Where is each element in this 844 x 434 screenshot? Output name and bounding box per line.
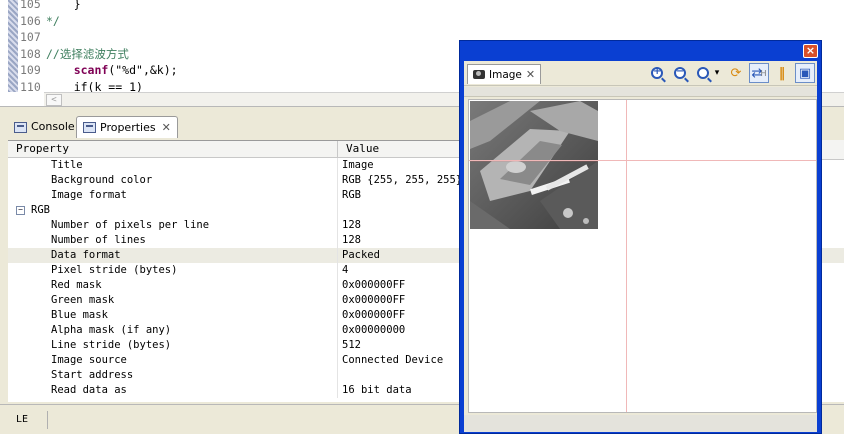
collapse-icon[interactable]: − (16, 206, 25, 215)
property-name: Number of pixels per line (8, 218, 338, 233)
property-value[interactable]: 512 (338, 338, 361, 353)
pause-button[interactable]: ‖ (772, 63, 792, 83)
tab-console[interactable]: Console (8, 116, 81, 138)
line-number: 106 (20, 13, 41, 28)
tab-properties[interactable]: Properties ✕ (76, 116, 178, 138)
property-group: − RGB (8, 203, 338, 218)
zoom-in-icon: + (651, 66, 663, 79)
property-value[interactable]: 128 (338, 233, 361, 248)
property-name: Green mask (8, 293, 338, 308)
property-name: RGB (31, 204, 50, 216)
property-value[interactable]: 0x000000FF (338, 308, 405, 323)
line-number: 105 (20, 0, 41, 11)
property-name: Title (8, 158, 338, 173)
code-text: */ (46, 13, 60, 28)
code-text: } (46, 0, 81, 11)
close-icon[interactable]: ✕ (526, 68, 535, 81)
property-name: Number of lines (8, 233, 338, 248)
console-icon (14, 121, 27, 133)
property-value[interactable]: Packed (338, 248, 380, 263)
code-lines: 105 } 106 */ 107 108 //选择滤波方式 109 scanf("%… (20, 0, 178, 95)
code-line: 108 //选择滤波方式 (20, 46, 178, 63)
property-name: Start address (8, 368, 338, 383)
scroll-left-arrow-icon[interactable]: < (46, 94, 62, 106)
code-line: 106 */ (20, 13, 178, 30)
crosshair-vertical (626, 100, 627, 412)
property-value[interactable]: 16 bit data (338, 383, 412, 398)
column-header-value[interactable]: Value (338, 141, 379, 157)
property-name: Line stride (bytes) (8, 338, 338, 353)
zoom-out-icon: − (674, 66, 686, 79)
code-line: 109 scanf("%d",&k); (20, 62, 178, 79)
zoom-fit-icon (696, 67, 709, 79)
sync-button[interactable]: ⇄ H (749, 63, 769, 83)
property-value[interactable]: RGB (338, 188, 361, 203)
sync-hint: H (760, 68, 767, 78)
tab-properties-label: Properties (100, 120, 156, 134)
code-comment: //选择滤波方式 (46, 46, 129, 61)
tab-image[interactable]: Image ✕ (467, 64, 542, 84)
property-name: Background color (8, 173, 338, 188)
line-number: 108 (20, 46, 41, 61)
zoom-out-button[interactable]: − (670, 63, 690, 83)
status-endianness: LE (8, 411, 48, 429)
window-close-button[interactable]: × (803, 44, 818, 58)
image-ruler-bottom (464, 415, 817, 432)
properties-icon (83, 122, 96, 133)
property-name: Image source (8, 353, 338, 368)
close-icon[interactable]: ✕ (162, 118, 171, 138)
property-value[interactable]: Connected Device (338, 353, 443, 368)
refresh-button[interactable]: ⟳ (726, 63, 746, 83)
window-titlebar[interactable]: × (460, 41, 821, 61)
line-number: 110 (20, 79, 41, 94)
property-name: Blue mask (8, 308, 338, 323)
property-name: Red mask (8, 278, 338, 293)
property-value[interactable]: 128 (338, 218, 361, 233)
code-line: 105 } (20, 0, 178, 13)
tab-console-label: Console (31, 120, 75, 133)
editor-gutter-marker (8, 0, 18, 92)
property-value[interactable]: 0x000000FF (338, 293, 405, 308)
image-ruler-top (464, 87, 817, 97)
image-view-frame: Image ✕ + − ▾ ⟳ ⇄ H ‖ ▣ (464, 61, 817, 432)
code-keyword: scanf (73, 63, 109, 77)
property-name: Data format (8, 248, 338, 263)
image-toolbar: Image ✕ + − ▾ ⟳ ⇄ H ‖ ▣ (464, 61, 817, 86)
property-value[interactable]: RGB {255, 255, 255} (338, 173, 462, 188)
zoom-fit-button[interactable]: ▾ (693, 63, 723, 83)
line-number: 107 (20, 30, 41, 44)
image-canvas[interactable] (468, 99, 817, 413)
line-number: 109 (20, 63, 41, 77)
image-window[interactable]: × Image ✕ + − ▾ ⟳ ⇄ H ‖ ▣ (459, 40, 822, 434)
chevron-down-icon[interactable]: ▾ (715, 68, 720, 78)
properties-icon: ▣ (798, 65, 812, 81)
property-value[interactable]: 4 (338, 263, 348, 278)
pause-icon: ‖ (778, 65, 786, 81)
property-name: Read data as (8, 383, 338, 398)
refresh-icon: ⟳ (730, 65, 742, 81)
property-value[interactable] (338, 368, 342, 383)
property-name: Pixel stride (bytes) (8, 263, 338, 278)
code-text: ("%d",&k); (108, 63, 178, 77)
property-name: Image format (8, 188, 338, 203)
column-header-property[interactable]: Property (8, 141, 338, 157)
property-value[interactable]: 0x00000000 (338, 323, 405, 338)
properties-button[interactable]: ▣ (795, 63, 815, 83)
property-name: Alpha mask (if any) (8, 323, 338, 338)
zoom-in-button[interactable]: + (647, 63, 667, 83)
property-value[interactable]: Image (338, 158, 374, 173)
camera-icon (473, 70, 485, 79)
code-line: 107 (20, 29, 178, 46)
property-value[interactable]: 0x000000FF (338, 278, 405, 293)
crosshair-horizontal (469, 160, 816, 161)
image-tools: + − ▾ ⟳ ⇄ H ‖ ▣ (647, 63, 815, 83)
property-value[interactable] (338, 203, 342, 218)
tab-image-label: Image (489, 68, 522, 81)
image-preview (470, 101, 598, 229)
table-header-edge (822, 140, 844, 160)
